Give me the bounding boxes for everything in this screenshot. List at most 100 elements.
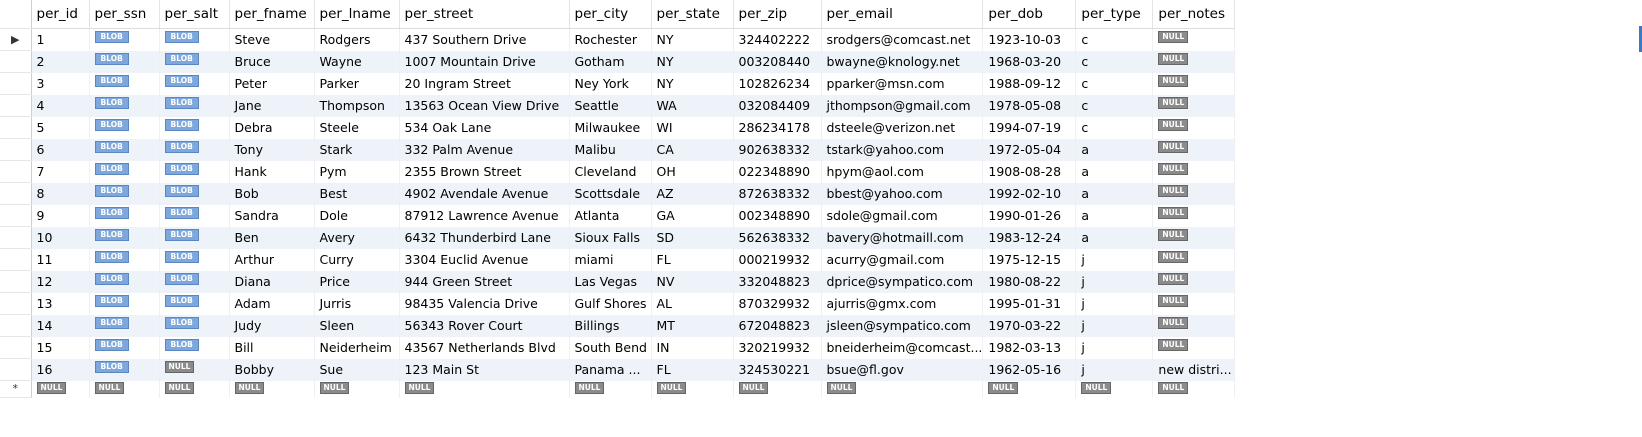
cell-per-email[interactable]: pparker@msn.com [821,72,984,95]
cell-per-city[interactable]: Milwaukee [569,116,652,139]
cell-per-ssn[interactable]: BLOB [89,138,160,161]
cell-per-type[interactable]: a [1075,182,1154,205]
cell-per-ssn[interactable]: BLOB [89,248,160,271]
column-header-per-ssn[interactable]: per_ssn [89,0,160,29]
cell-per-ssn[interactable]: BLOB [89,204,160,227]
cell-per-state[interactable]: OH [651,160,734,183]
cell-per-lname[interactable]: Wayne [314,50,400,73]
cell-per-type[interactable]: a [1075,138,1154,161]
cell-per-notes[interactable]: NULL [1152,248,1236,271]
table-row[interactable]: 8 BLOB BLOB Bob Best 4902 Avendale Avenue Scot… [0,182,1236,205]
cell-per-salt[interactable]: BLOB [159,160,230,183]
cell-per-notes[interactable]: NULL [1152,270,1236,293]
cell-per-lname[interactable]: Sleen [314,314,400,337]
cell-per-zip[interactable]: 003208440 [733,50,822,73]
cell-per-fname[interactable]: Hank [229,160,315,183]
cell-per-id[interactable]: 16 [31,358,90,381]
cell-per-dob[interactable]: 1978-05-08 [982,94,1077,117]
cell-per-type[interactable]: c [1075,28,1154,51]
cell-per-email[interactable]: tstark@yahoo.com [821,138,984,161]
column-header-per-email[interactable]: per_email [821,0,984,29]
cell-per-lname[interactable]: Thompson [314,94,400,117]
cell-per-notes[interactable]: NULL [1152,138,1236,161]
cell-per-type[interactable]: c [1075,116,1154,139]
cell-per-type[interactable]: a [1075,204,1154,227]
cell-per-street[interactable]: 6432 Thunderbird Lane [399,226,570,249]
column-header-per-notes[interactable]: per_notes [1152,0,1236,29]
cell-per-fname[interactable]: Steve [229,28,315,51]
cell-per-ssn[interactable]: BLOB [89,226,160,249]
cell-per-city[interactable]: Las Vegas [569,270,652,293]
cell-per-state[interactable]: GA [651,204,734,227]
cell-per-dob[interactable]: 1990-01-26 [982,204,1077,227]
cell-per-zip[interactable]: 870329932 [733,292,822,315]
cell-per-state[interactable]: WA [651,94,734,117]
cell-per-street[interactable]: 56343 Rover Court [399,314,570,337]
cell-per-zip[interactable]: 002348890 [733,204,822,227]
row-selector[interactable] [0,204,32,227]
cell-per-notes[interactable]: new distri... [1152,358,1236,381]
cell-per-state[interactable]: MT [651,314,734,337]
cell-per-fname[interactable]: Bobby [229,358,315,381]
cell-per-state[interactable]: NY [651,50,734,73]
cell-per-notes[interactable]: NULL [1152,292,1236,315]
column-header-per-zip[interactable]: per_zip [733,0,822,29]
cell-per-lname[interactable]: Dole [314,204,400,227]
cell-per-street[interactable]: 98435 Valencia Drive [399,292,570,315]
cell-per-email[interactable]: bavery@hotmaill.com [821,226,984,249]
cell-per-salt[interactable]: BLOB [159,72,230,95]
new-cell-per-fname[interactable]: NULL [229,380,315,398]
cell-per-state[interactable]: IN [651,336,734,359]
row-selector[interactable] [0,116,32,139]
cell-per-dob[interactable]: 1923-10-03 [982,28,1077,51]
cell-per-dob[interactable]: 1988-09-12 [982,72,1077,95]
cell-per-type[interactable]: a [1075,226,1154,249]
cell-per-fname[interactable]: Ben [229,226,315,249]
cell-per-type[interactable]: j [1075,270,1154,293]
cell-per-email[interactable]: bwayne@knology.net [821,50,984,73]
cell-per-city[interactable]: Malibu [569,138,652,161]
cell-per-salt[interactable]: BLOB [159,138,230,161]
cell-per-dob[interactable]: 1982-03-13 [982,336,1077,359]
table-row[interactable]: 4 BLOB BLOB Jane Thompson 13563 Ocean View Dr… [0,94,1236,117]
cell-per-email[interactable]: bsue@fl.gov [821,358,984,381]
row-selector[interactable] [0,336,32,359]
table-row[interactable]: 11 BLOB BLOB Arthur Curry 3304 Euclid Avenue m… [0,248,1236,271]
cell-per-dob[interactable]: 1980-08-22 [982,270,1077,293]
cell-per-email[interactable]: acurry@gmail.com [821,248,984,271]
row-selector[interactable] [0,292,32,315]
cell-per-salt[interactable]: BLOB [159,270,230,293]
cell-per-lname[interactable]: Curry [314,248,400,271]
cell-per-email[interactable]: srodgers@comcast.net [821,28,984,51]
cell-per-ssn[interactable]: BLOB [89,270,160,293]
cell-per-email[interactable]: dsteele@verizon.net [821,116,984,139]
column-header-per-salt[interactable]: per_salt [159,0,230,29]
cell-per-dob[interactable]: 1962-05-16 [982,358,1077,381]
cell-per-salt[interactable]: BLOB [159,248,230,271]
row-selector-header[interactable] [0,0,32,29]
cell-per-id[interactable]: 13 [31,292,90,315]
cell-per-notes[interactable]: NULL [1152,160,1236,183]
new-cell-per-type[interactable]: NULL [1075,380,1154,398]
cell-per-zip[interactable]: 672048823 [733,314,822,337]
row-selector[interactable] [0,72,32,95]
table-row[interactable]: 10 BLOB BLOB Ben Avery 6432 Thunderbird Lane S… [0,226,1236,249]
cell-per-zip[interactable]: 102826234 [733,72,822,95]
cell-per-ssn[interactable]: BLOB [89,358,160,381]
new-row[interactable]: * NULL NULL NULL NULL NULL NULL NULL NULL NULL NUL… [0,380,1236,398]
table-row[interactable]: 9 BLOB BLOB Sandra Dole 87912 Lawrence Avenue… [0,204,1236,227]
cell-per-id[interactable]: 9 [31,204,90,227]
cell-per-salt[interactable]: BLOB [159,28,230,51]
row-selector[interactable] [0,314,32,337]
cell-per-dob[interactable]: 1975-12-15 [982,248,1077,271]
cell-per-fname[interactable]: Debra [229,116,315,139]
cell-per-city[interactable]: Scottsdale [569,182,652,205]
cell-per-zip[interactable]: 000219932 [733,248,822,271]
cell-per-street[interactable]: 3304 Euclid Avenue [399,248,570,271]
cell-per-street[interactable]: 1007 Mountain Drive [399,50,570,73]
cell-per-notes[interactable]: NULL [1152,226,1236,249]
cell-per-city[interactable]: Rochester [569,28,652,51]
cell-per-state[interactable]: NY [651,72,734,95]
cell-per-street[interactable]: 43567 Netherlands Blvd [399,336,570,359]
cell-per-id[interactable]: 14 [31,314,90,337]
